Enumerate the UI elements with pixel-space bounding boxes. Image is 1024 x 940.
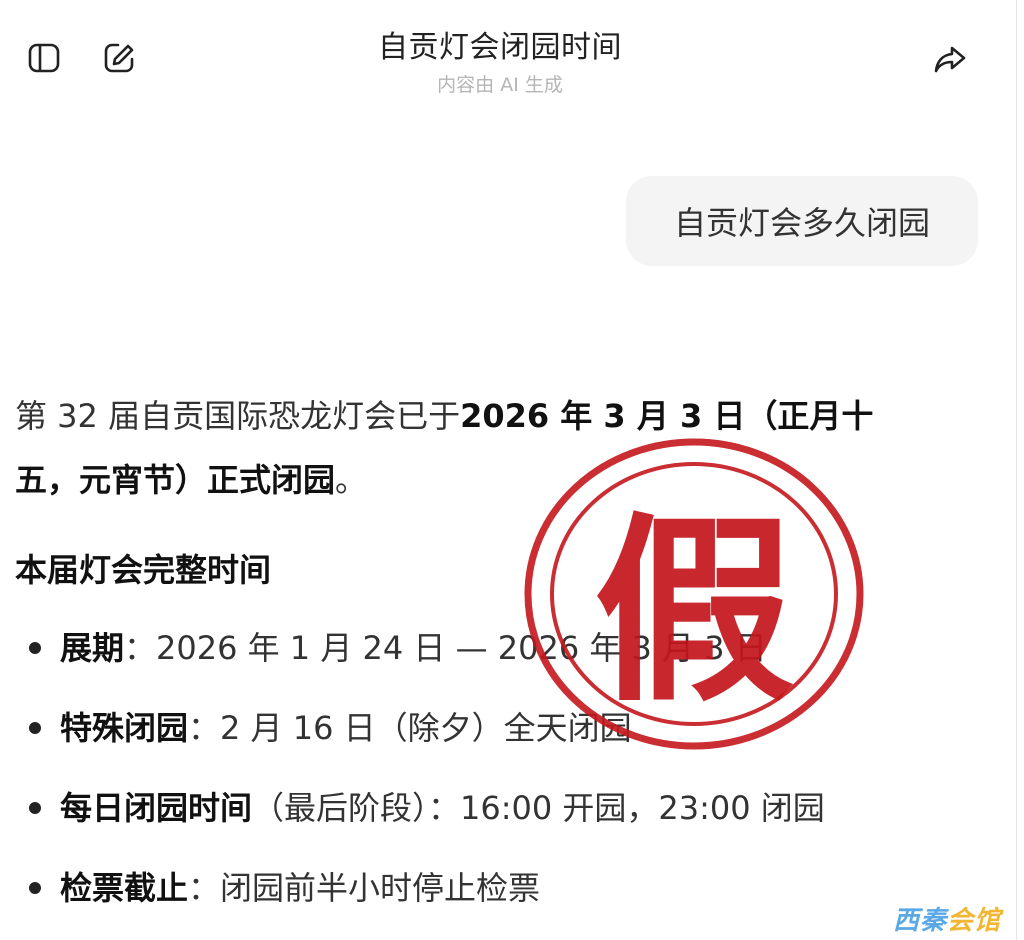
intro-text: 第 32 届自贡国际恐龙灯会已于 — [15, 397, 461, 435]
list-item: 检票截止：闭园前半小时停止检票 — [15, 848, 935, 928]
assistant-answer: 第 32 届自贡国际恐龙灯会已于2026 年 3 月 3 日（正月十五，元宵节）… — [15, 384, 935, 928]
answer-intro: 第 32 届自贡国际恐龙灯会已于2026 年 3 月 3 日（正月十五，元宵节）… — [15, 384, 935, 512]
intro-end: 。 — [335, 461, 368, 499]
bullet-icon — [29, 642, 41, 654]
item-text: ：2 月 16 日（除夕）全天闭园 — [188, 709, 632, 747]
schedule-list: 展期：2026 年 1 月 24 日 — 2026 年 3 月 3 日 特殊闭园… — [15, 608, 935, 928]
share-icon — [934, 46, 966, 73]
user-message-bubble: 自贡灯会多久闭园 — [626, 176, 978, 266]
bullet-icon — [29, 802, 41, 814]
watermark-part2: 会馆 — [947, 906, 1002, 936]
item-label: 展期 — [60, 629, 125, 667]
site-watermark: 西秦会馆 — [893, 900, 1001, 937]
item-label: 每日闭园时间 — [60, 789, 253, 827]
page-title: 自贡灯会闭园时间 — [378, 30, 622, 65]
list-item: 展期：2026 年 1 月 24 日 — 2026 年 3 月 3 日 — [15, 608, 935, 688]
item-label: 特殊闭园 — [60, 709, 189, 747]
chat-window: 自贡灯会闭园时间 内容由 AI 生成 自贡灯会多久闭园 第 32 届自贡国际恐龙… — [0, 0, 1017, 940]
share-button[interactable] — [928, 37, 972, 81]
item-text: ：闭园前半小时停止检票 — [188, 869, 541, 907]
item-label: 检票截止 — [60, 869, 189, 907]
bullet-icon — [29, 882, 41, 894]
watermark-part1: 西秦 — [893, 906, 948, 936]
bullet-icon — [29, 722, 41, 734]
item-text: （最后阶段）：16:00 开园，23:00 闭园 — [252, 789, 825, 827]
list-item: 每日闭园时间（最后阶段）：16:00 开园，23:00 闭园 — [15, 768, 935, 848]
section-heading: 本届灯会完整时间 — [15, 551, 272, 589]
ai-disclaimer: 内容由 AI 生成 — [437, 74, 563, 96]
list-item: 特殊闭园：2 月 16 日（除夕）全天闭园 — [15, 688, 935, 768]
item-text: ：2026 年 1 月 24 日 — 2026 年 3 月 3 日 — [124, 629, 767, 667]
